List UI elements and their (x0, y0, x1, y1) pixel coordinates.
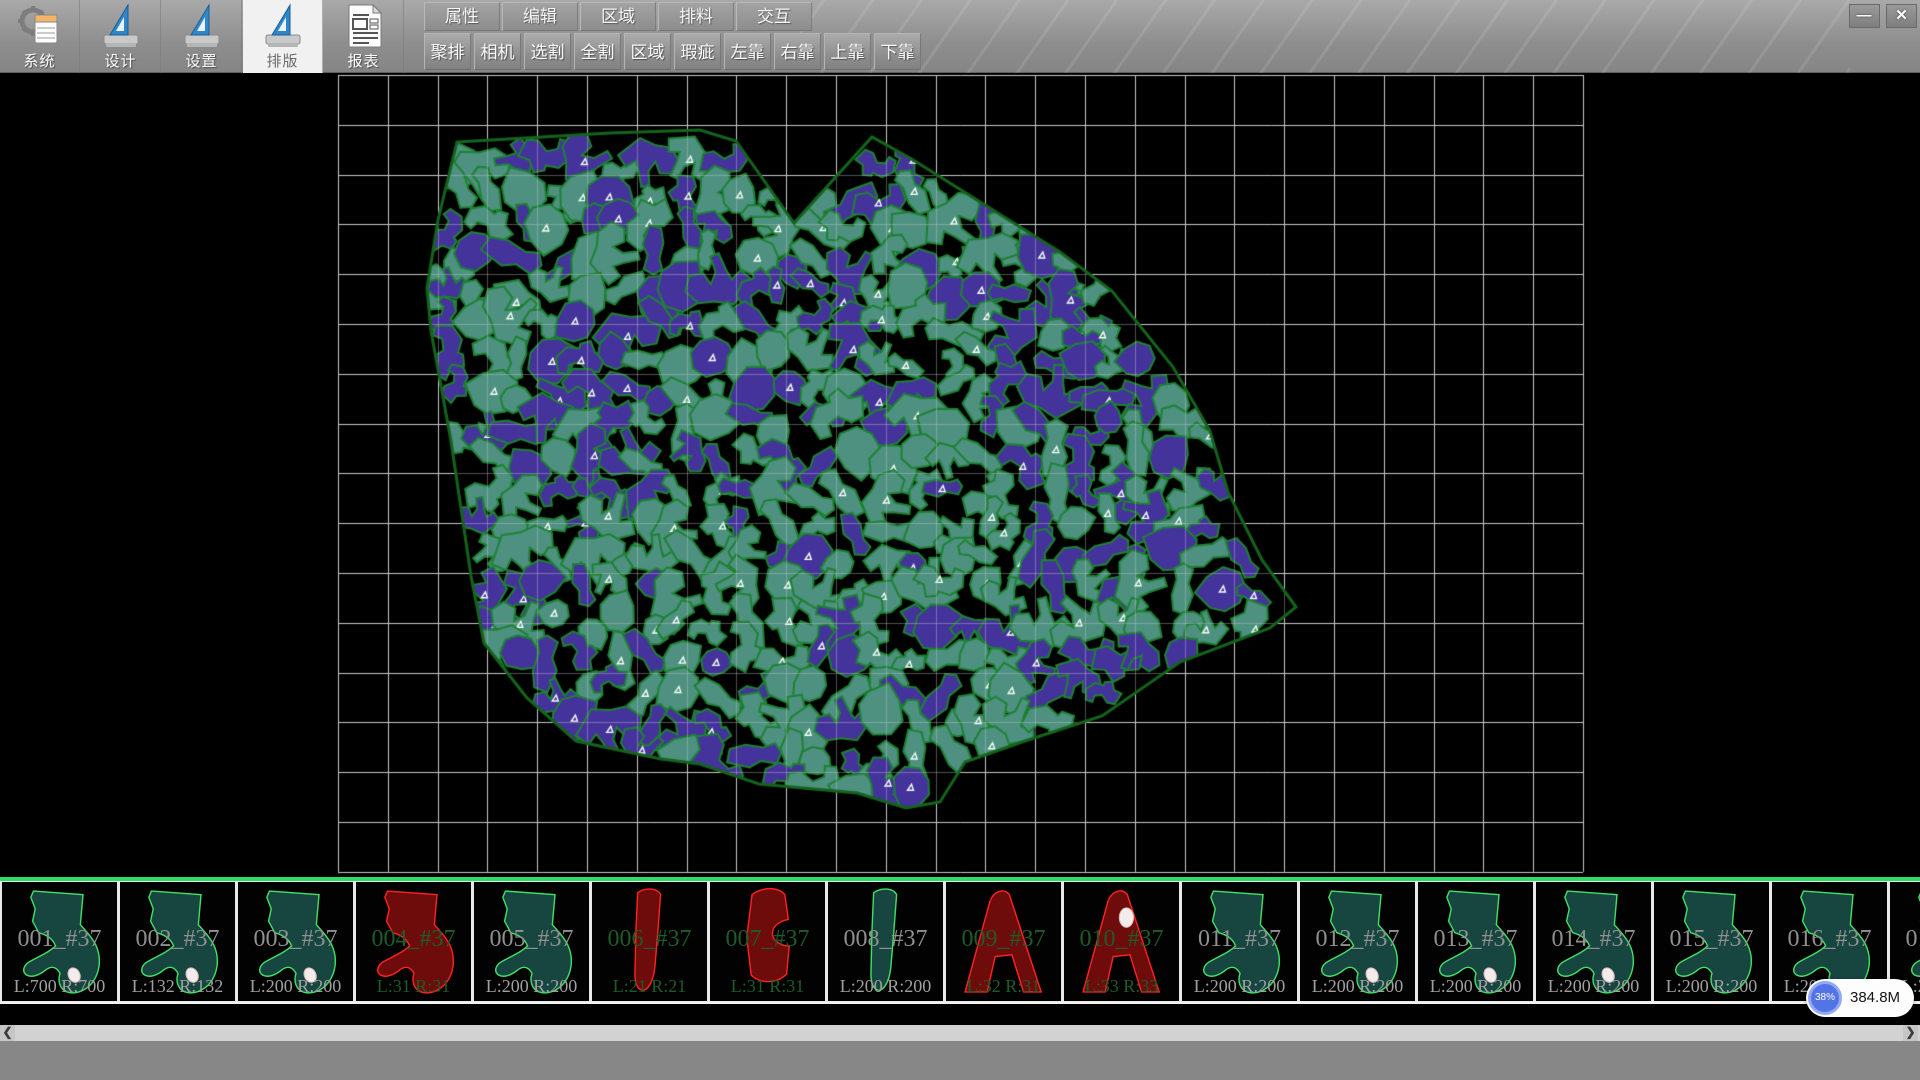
main-toolbar-item-1[interactable]: 系统 (0, 0, 80, 73)
part-thumbnail-013_#37[interactable]: 013_#37 L:200 R:200 (1418, 882, 1533, 1001)
main-toolbar-item-label: 系统 (0, 50, 79, 71)
action-button-10[interactable]: 下靠 (874, 33, 921, 70)
part-thumbnail-012_#37[interactable]: 012_#37 L:200 R:200 (1300, 882, 1415, 1001)
part-name-label: 008_#37 (828, 926, 943, 953)
part-name-label: 011_#37 (1182, 926, 1297, 953)
part-thumbnail-005_#37[interactable]: 005_#37 L:200 R:200 (474, 882, 589, 1001)
part-thumbnail-015_#37[interactable]: 015_#37 L:200 R:200 (1654, 882, 1769, 1001)
part-name-label: 003_#37 (238, 926, 353, 953)
main-toolbar-item-5[interactable]: 报表 (324, 0, 404, 73)
part-thumbnail-001_#37[interactable]: 001_#37 L:700 R:700 (2, 882, 117, 1001)
report-icon (341, 3, 387, 49)
parts-thumbnail-strip[interactable]: 001_#37L:700 R:700002_#37L:132 R:132003_… (0, 881, 1920, 1004)
action-button-row: 聚排相机选割全割区域瑕疵左靠右靠上靠下靠 (424, 33, 924, 71)
close-button[interactable]: ✕ (1886, 4, 1917, 28)
part-lr-count-label: L:21 R:21 (592, 976, 707, 997)
part-lr-count-label: L:200 R:200 (1300, 976, 1415, 997)
part-name-label: 009_#37 (946, 926, 1061, 953)
scroll-left-arrow-icon[interactable]: ❮ (0, 1025, 15, 1041)
part-lr-count-label: L:33 R:33 (1064, 976, 1179, 997)
part-thumbnail-007_#37[interactable]: 007_#37 L:31 R:31 (710, 882, 825, 1001)
system-icon (17, 3, 63, 49)
main-toolbar-item-label: 排版 (243, 50, 322, 71)
scroll-right-arrow-icon[interactable]: ❯ (1903, 1025, 1918, 1041)
main-toolbar-item-4[interactable]: 排版 (243, 0, 323, 73)
part-name-label: 013_#37 (1418, 926, 1533, 953)
settings-icon (179, 3, 225, 49)
part-lr-count-label: L:31 R:31 (356, 976, 471, 997)
action-button-1[interactable]: 聚排 (424, 33, 471, 70)
memory-usage-value: 384.8M (1850, 979, 1900, 1017)
part-lr-count-label: L:200 R:200 (1418, 976, 1533, 997)
part-name-label: 016_#37 (1772, 926, 1887, 953)
part-name-label: 007_#37 (710, 926, 825, 953)
part-name-label: 005_#37 (474, 926, 589, 953)
action-button-4[interactable]: 全割 (574, 33, 621, 70)
part-lr-count-label: L:200 R:200 (474, 976, 589, 997)
progress-badge: 38% 384.8M (1806, 979, 1914, 1017)
status-bar (0, 1041, 1920, 1080)
part-thumbnail-010_#37[interactable]: 010_#37 L:33 R:33 (1064, 882, 1179, 1001)
part-thumbnail-002_#37[interactable]: 002_#37 L:132 R:132 (120, 882, 235, 1001)
part-thumbnail-009_#37[interactable]: 009_#37 L:32 R:31 (946, 882, 1061, 1001)
action-button-2[interactable]: 相机 (474, 33, 521, 70)
action-button-9[interactable]: 上靠 (824, 33, 871, 70)
part-name-label: 004_#37 (356, 926, 471, 953)
part-name-label: 002_#37 (120, 926, 235, 953)
window-controls: — ✕ (1847, 4, 1917, 28)
part-lr-count-label: L:200 R:200 (1654, 976, 1769, 997)
action-button-7[interactable]: 左靠 (724, 33, 771, 70)
nesting-icon (260, 3, 306, 49)
part-lr-count-label: L:200 R:200 (828, 976, 943, 997)
part-thumbnail-014_#37[interactable]: 014_#37 L:200 R:200 (1536, 882, 1651, 1001)
part-name-label: 010_#37 (1064, 926, 1179, 953)
part-name-label: 001_#37 (2, 926, 117, 953)
main-toolbar-item-label: 设计 (81, 50, 160, 71)
minimize-button[interactable]: — (1849, 4, 1880, 28)
menu-tab-row: 属性编辑区域排料交互 (424, 2, 814, 31)
main-toolbar: 系统设计设置排版报表 属性编辑区域排料交互 聚排相机选割全割区域瑕疵左靠右靠上靠… (0, 0, 1920, 73)
part-thumbnail-008_#37[interactable]: 008_#37 L:200 R:200 (828, 882, 943, 1001)
main-toolbar-item-2[interactable]: 设计 (81, 0, 161, 73)
action-button-6[interactable]: 瑕疵 (674, 33, 721, 70)
action-button-3[interactable]: 选割 (524, 33, 571, 70)
action-button-5[interactable]: 区域 (624, 33, 671, 70)
main-toolbar-item-3[interactable]: 设置 (162, 0, 242, 73)
part-thumbnail-004_#37[interactable]: 004_#37 L:31 R:31 (356, 882, 471, 1001)
progress-percent-badge: 38% (1808, 981, 1842, 1015)
main-toolbar-item-label: 报表 (324, 50, 403, 71)
part-name-label: 015_#37 (1654, 926, 1769, 953)
nesting-canvas[interactable] (0, 73, 1920, 877)
part-thumbnail-011_#37[interactable]: 011_#37 L:200 R:200 (1182, 882, 1297, 1001)
menu-tab-1[interactable]: 属性 (424, 2, 500, 31)
part-name-label: 017_#37 (1890, 926, 1920, 953)
toolbar-hatch-texture (800, 0, 1850, 73)
part-lr-count-label: L:31 R:31 (710, 976, 825, 997)
part-thumbnail-006_#37[interactable]: 006_#37 L:21 R:21 (592, 882, 707, 1001)
menu-tab-2[interactable]: 编辑 (502, 2, 578, 31)
action-button-8[interactable]: 右靠 (774, 33, 821, 70)
part-lr-count-label: L:700 R:700 (2, 976, 117, 997)
main-toolbar-item-label: 设置 (162, 50, 241, 71)
menu-tab-4[interactable]: 排料 (658, 2, 734, 31)
menu-tab-3[interactable]: 区域 (580, 2, 656, 31)
part-lr-count-label: L:200 R:200 (238, 976, 353, 997)
part-lr-count-label: L:200 R:200 (1182, 976, 1297, 997)
part-lr-count-label: L:32 R:31 (946, 976, 1061, 997)
part-thumbnail-003_#37[interactable]: 003_#37 L:200 R:200 (238, 882, 353, 1001)
part-name-label: 012_#37 (1300, 926, 1415, 953)
part-name-label: 014_#37 (1536, 926, 1651, 953)
part-lr-count-label: L:200 R:200 (1536, 976, 1651, 997)
horizontal-scrollbar[interactable]: ❮ ❯ (0, 1025, 1920, 1041)
design-icon (98, 3, 144, 49)
part-name-label: 006_#37 (592, 926, 707, 953)
menu-tab-5[interactable]: 交互 (736, 2, 812, 31)
part-lr-count-label: L:132 R:132 (120, 976, 235, 997)
